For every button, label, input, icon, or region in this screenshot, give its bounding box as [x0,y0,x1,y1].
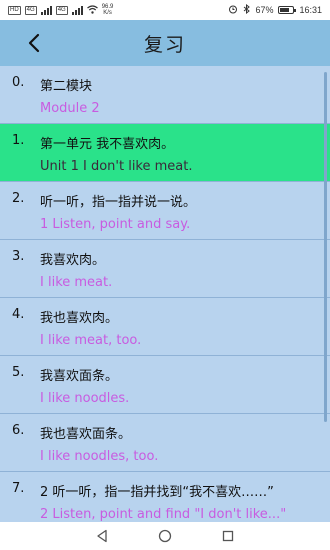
signal-icon [40,5,52,15]
triangle-back-icon [97,529,107,543]
item-english-text: 1 Listen, point and say. [40,217,191,232]
item-number: 1. [12,133,25,148]
alarm-icon [228,4,238,16]
item-chinese-text: 第一单元 我不喜欢肉。 [40,137,175,152]
list-item[interactable]: 5. 我喜欢面条。 I like noodles. [0,356,330,414]
item-chinese-text: 我喜欢肉。 [40,253,106,268]
speed-unit: K/s [103,10,112,16]
system-nav-bar [0,522,330,550]
page-title: 复习 [143,33,186,56]
nav-recents-button[interactable] [218,526,238,546]
item-english-text: I like noodles, too. [40,449,159,464]
battery-percent: 67% [255,5,274,15]
item-english-text: I like meat, too. [40,333,142,348]
status-right: 67% 16:31 [228,3,322,16]
item-english-text: Unit 1 I don't like meat. [40,159,193,174]
item-chinese-text: 我也喜欢面条。 [40,427,132,442]
item-chinese-text: 2 听一听，指一指并找到“我不喜欢……” [40,485,274,500]
wifi-icon [86,4,98,16]
network-4g-badge-2: 4G [55,5,68,15]
item-number: 0. [12,75,25,90]
item-chinese-text: 第二模块 [40,79,93,94]
item-number: 2. [12,191,25,206]
item-chinese-text: 我喜欢面条。 [40,369,119,384]
item-number: 7. [12,481,25,496]
hd-badge: HD [8,5,21,15]
network-4g-badge: 4G [24,5,37,15]
item-chinese-text: 我也喜欢肉。 [40,311,119,326]
back-button[interactable] [18,26,50,60]
square-recents-icon [223,530,234,542]
item-english-text: I like noodles. [40,391,130,406]
circle-home-icon [158,529,172,543]
item-number: 4. [12,307,25,322]
status-left: HD 4G 4G 96.9 K/s [8,4,228,16]
nav-home-button[interactable] [155,526,175,546]
item-number: 5. [12,365,25,380]
item-english-text: 2 Listen, point and find "I don't like..… [40,507,287,522]
item-number: 3. [12,249,25,264]
item-english-text: I like meat. [40,275,113,290]
app-header: 复习 [0,20,330,66]
status-bar: HD 4G 4G 96.9 K/s 67% 16:31 [0,0,330,20]
chevron-left-icon [28,33,40,53]
signal-icon-2 [71,5,83,15]
network-speed: 96.9 K/s [102,4,114,16]
list-item[interactable]: 2. 听一听，指一指并说一说。 1 Listen, point and say. [0,182,330,240]
item-english-text: Module 2 [40,101,100,116]
lesson-list[interactable]: 0. 第二模块 Module 2 1. 第一单元 我不喜欢肉。 Unit 1 I d… [0,66,330,522]
list-item-active[interactable]: 1. 第一单元 我不喜欢肉。 Unit 1 I don't like meat. [0,124,330,182]
nav-back-button[interactable] [92,526,112,546]
bluetooth-icon [243,3,251,16]
item-chinese-text: 听一听，指一指并说一说。 [40,195,197,210]
battery-icon [278,6,297,14]
list-item[interactable]: 6. 我也喜欢面条。 I like noodles, too. [0,414,330,472]
list-item[interactable]: 3. 我喜欢肉。 I like meat. [0,240,330,298]
scrollbar[interactable] [324,72,327,422]
list-item[interactable]: 0. 第二模块 Module 2 [0,66,330,124]
clock: 16:31 [299,5,322,15]
list-item[interactable]: 4. 我也喜欢肉。 I like meat, too. [0,298,330,356]
list-item[interactable]: 7. 2 听一听，指一指并找到“我不喜欢……” 2 Listen, point a… [0,472,330,522]
item-number: 6. [12,423,25,438]
